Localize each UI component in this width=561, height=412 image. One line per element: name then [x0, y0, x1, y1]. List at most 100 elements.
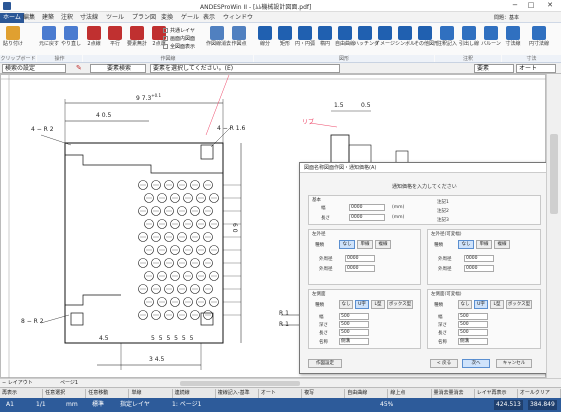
ribbon-button[interactable]: 注釈記入 [436, 25, 458, 55]
function-key[interactable]: 複線記入-基準 [216, 389, 259, 398]
layer-option[interactable]: 画面内図面 [170, 35, 195, 42]
ribbon-button[interactable]: 作図点 [228, 25, 250, 55]
note-option[interactable]: 注記2 [437, 208, 449, 214]
search-mode-select[interactable]: 検索の設定 [2, 64, 66, 73]
depth-input[interactable]: 500 [458, 321, 488, 328]
tab-convert[interactable]: 変換 [158, 13, 176, 23]
filter-select[interactable]: 要素 [474, 64, 514, 73]
type-double-button[interactable]: 複線 [494, 240, 510, 249]
layer-option[interactable]: 全図面表示 [170, 43, 195, 50]
page-tab[interactable]: ページ1 [60, 379, 78, 387]
scroll-thumb[interactable] [180, 381, 300, 386]
note-option[interactable]: 注記1 [437, 199, 449, 205]
horizontal-scrollbar[interactable]: − レイアウト ページ1 [0, 378, 561, 387]
layer-option[interactable]: 共通レイヤ [170, 27, 195, 34]
type-box-button[interactable]: ボックス型 [387, 300, 413, 309]
type-l-button[interactable]: L型 [490, 300, 504, 309]
ribbon-button[interactable]: バルーン [480, 25, 502, 55]
function-key[interactable]: 複写 [302, 389, 346, 398]
outer-input[interactable]: 0000 [345, 265, 375, 272]
type-single-button[interactable]: 単線 [357, 240, 373, 249]
tab-gale[interactable]: ゲール [178, 13, 202, 23]
function-key[interactable]: 連続線 [173, 389, 216, 398]
function-key[interactable]: 自由曲線 [345, 389, 389, 398]
ribbon-button[interactable]: 貼り付け [2, 25, 24, 55]
ribbon-button[interactable]: 円寸法線 [528, 25, 550, 55]
function-key[interactable]: 量消去量消去 [432, 389, 475, 398]
depth-input[interactable]: 500 [339, 321, 369, 328]
type-none-button[interactable]: なし [339, 240, 355, 249]
tab-plan[interactable]: プラン図 [129, 13, 159, 23]
layout-tab[interactable]: − レイアウト [2, 379, 33, 387]
outer-input[interactable]: 0000 [464, 265, 494, 272]
tab-dimension[interactable]: 寸法線 [77, 13, 101, 23]
pen-icon[interactable]: ✎ [76, 65, 84, 72]
function-key[interactable]: 任意選択 [43, 389, 87, 398]
scroll-thumb[interactable] [550, 134, 558, 214]
width-input[interactable]: 500 [339, 313, 369, 320]
tab-tools[interactable]: ツール [103, 13, 127, 23]
minimize-button[interactable]: − [508, 1, 522, 10]
ribbon-button[interactable]: 2点線 [83, 25, 105, 55]
tab-view[interactable]: 表示 [200, 13, 218, 23]
ribbon-button[interactable]: シンボル [394, 25, 416, 55]
close-button[interactable]: ✕ [543, 1, 557, 10]
type-box-button[interactable]: ボックス型 [506, 300, 532, 309]
zoom-level[interactable]: 45% [380, 400, 393, 410]
type-u-button[interactable]: U字 [355, 300, 369, 309]
ribbon-button[interactable]: 線分 [254, 25, 276, 55]
function-key[interactable]: 線上点 [388, 389, 432, 398]
ribbon-button[interactable]: 円・円弧 [294, 25, 316, 55]
ribbon-button[interactable]: やり直し [60, 25, 82, 55]
function-key[interactable]: オールクリア [518, 389, 561, 398]
vertical-scrollbar[interactable] [546, 74, 561, 378]
type-u-button[interactable]: U字 [474, 300, 488, 309]
note-option[interactable]: 注記3 [437, 217, 449, 223]
length-input[interactable]: 0000 [349, 214, 385, 221]
drawing-settings-button[interactable]: 作図設定 [308, 359, 342, 368]
checkbox-icon[interactable] [163, 35, 168, 41]
next-button[interactable]: 次へ [462, 359, 490, 368]
name-input[interactable]: 側溝 [458, 338, 488, 345]
length-input[interactable]: 500 [339, 329, 369, 336]
ribbon-button[interactable]: 寸法線 [502, 25, 524, 55]
inner-input[interactable]: 0000 [464, 255, 494, 262]
ribbon-button[interactable]: 元に戻す [38, 25, 60, 55]
function-key[interactable]: レイヤ再表示 [475, 389, 518, 398]
tab-architecture[interactable]: 建築 [39, 13, 57, 23]
width-input[interactable]: 0000 [349, 204, 385, 211]
checkbox-icon[interactable] [163, 27, 168, 33]
ribbon-button[interactable]: 矩形 [274, 25, 296, 55]
function-key[interactable]: 単線 [129, 389, 173, 398]
ribbon-button[interactable]: イメージ [374, 25, 396, 55]
ribbon-button[interactable]: ハッチング [354, 25, 379, 55]
ribbon-button[interactable]: 楕円 [314, 25, 336, 55]
type-none-button[interactable]: なし [458, 300, 472, 309]
element-search-box[interactable]: 要素検索 [90, 64, 146, 73]
ribbon-button[interactable]: 自由曲線 [334, 25, 356, 55]
width-input[interactable]: 500 [458, 313, 488, 320]
function-key[interactable]: 任意移動 [86, 389, 130, 398]
type-none-button[interactable]: なし [339, 300, 353, 309]
tab-window[interactable]: ウィンドウ [220, 13, 256, 23]
ribbon-button[interactable]: 平行 [104, 25, 126, 55]
inner-input[interactable]: 0000 [345, 255, 375, 262]
tab-edit[interactable]: 編集 [20, 13, 38, 23]
cancel-button[interactable]: キャンセル [496, 359, 532, 368]
scope-select[interactable]: オート [516, 64, 556, 73]
type-none-button[interactable]: なし [458, 240, 474, 249]
type-single-button[interactable]: 単線 [476, 240, 492, 249]
checkbox-icon[interactable] [163, 43, 168, 49]
function-key[interactable]: オート [259, 389, 303, 398]
ribbon-button[interactable]: その他図形 [414, 25, 439, 55]
type-l-button[interactable]: L型 [371, 300, 385, 309]
ribbon-button[interactable]: 引出し線 [458, 25, 480, 55]
back-button[interactable]: < 戻る [430, 359, 458, 368]
type-double-button[interactable]: 複線 [375, 240, 391, 249]
ribbon-button[interactable]: 作図線消去 [206, 25, 231, 55]
tab-annotation[interactable]: 注釈 [58, 13, 76, 23]
length-input[interactable]: 500 [458, 329, 488, 336]
function-key[interactable]: 再表示 [0, 389, 44, 398]
ribbon-button[interactable]: 要素無計 [126, 25, 148, 55]
maximize-button[interactable]: □ [524, 1, 538, 10]
